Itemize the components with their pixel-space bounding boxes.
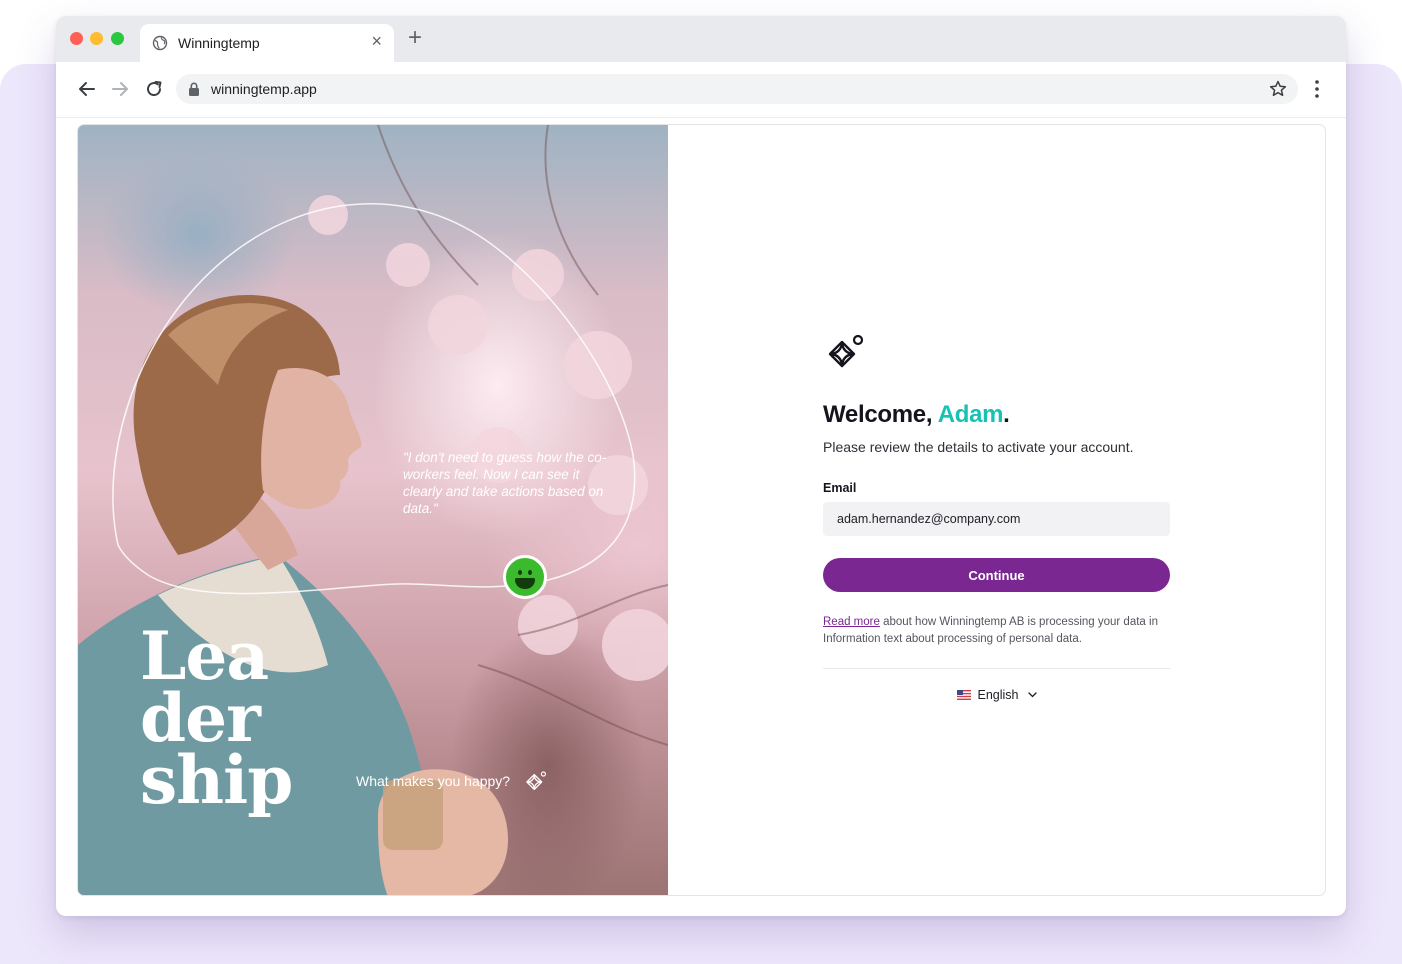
star-icon[interactable] <box>1268 79 1288 99</box>
tab-strip: Winningtemp × + <box>56 16 1346 62</box>
email-value: adam.hernandez@company.com <box>837 512 1021 526</box>
menu-dots-icon[interactable] <box>1314 78 1320 100</box>
tab-title: Winningtemp <box>178 35 260 51</box>
user-name: Adam <box>937 401 1004 428</box>
lock-icon <box>189 82 199 96</box>
privacy-notice: Read more about how Winningtemp AB is pr… <box>823 614 1170 648</box>
welcome-prefix: Welcome, <box>823 401 938 428</box>
language-label: English <box>977 688 1019 702</box>
forward-arrow-icon[interactable] <box>109 78 131 100</box>
headline-line: Lea <box>140 617 269 695</box>
address-bar[interactable]: winningtemp.app <box>176 74 1298 104</box>
winningtemp-logo-icon <box>828 334 864 368</box>
close-icon[interactable]: × <box>371 32 382 50</box>
back-arrow-icon[interactable] <box>76 78 98 100</box>
continue-label: Continue <box>968 567 1025 583</box>
maximize-window-button[interactable] <box>111 32 124 45</box>
email-field[interactable]: adam.hernandez@company.com <box>823 502 1170 536</box>
tagline-text: What makes you happy? <box>356 773 511 789</box>
divider <box>823 668 1170 669</box>
welcome-heading: Welcome, Adam. <box>823 401 1170 429</box>
browser-window: Winningtemp × + winningtemp.app "I don't… <box>56 16 1346 916</box>
headline-line: der <box>140 679 261 757</box>
plus-icon[interactable]: + <box>408 26 422 50</box>
headline-line: ship <box>140 741 293 819</box>
reload-icon[interactable] <box>143 78 165 100</box>
url-text: winningtemp.app <box>211 81 317 97</box>
close-window-button[interactable] <box>70 32 83 45</box>
welcome-suffix: . <box>1003 401 1010 428</box>
smiley-icon <box>503 555 547 599</box>
activation-form: Welcome, Adam. Please review the details… <box>823 333 1170 702</box>
language-selector[interactable]: English <box>823 688 1170 702</box>
browser-toolbar: winningtemp.app <box>56 62 1346 118</box>
globe-icon <box>152 35 168 51</box>
hero-image: "I don't need to guess how the co-worker… <box>78 125 668 895</box>
testimonial-quote: "I don't need to guess how the co-worker… <box>403 450 607 516</box>
us-flag-icon <box>956 690 971 700</box>
read-more-link[interactable]: Read more <box>823 616 880 628</box>
page-viewport: "I don't need to guess how the co-worker… <box>77 124 1326 896</box>
email-label: Email <box>823 481 857 495</box>
continue-button[interactable]: Continue <box>823 558 1170 592</box>
welcome-subtitle: Please review the details to activate yo… <box>823 439 1134 455</box>
winningtemp-logo-icon <box>526 771 546 791</box>
browser-tab[interactable]: Winningtemp × <box>140 24 394 62</box>
chevron-down-icon <box>1027 692 1037 698</box>
minimize-window-button[interactable] <box>90 32 103 45</box>
leadership-headline: Lea der ship <box>140 617 293 819</box>
